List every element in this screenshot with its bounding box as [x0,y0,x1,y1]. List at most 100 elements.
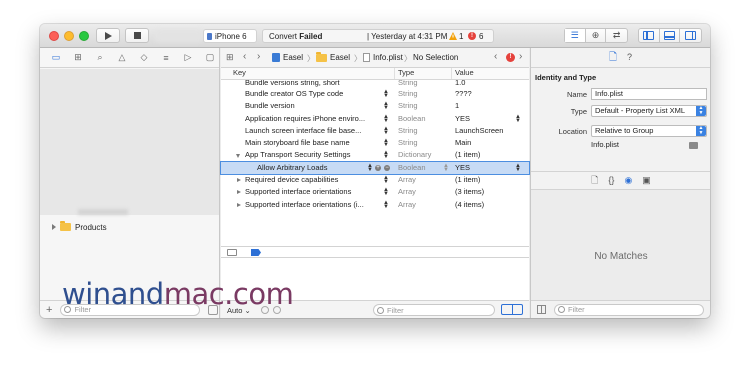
remove-row-icon[interactable]: − [384,164,390,171]
column-header-key[interactable]: Key [233,68,246,77]
hide-debug-area-icon[interactable] [227,249,237,256]
inspector-tabs: 🗋 ? [531,48,710,68]
stepper-icon[interactable]: ▲ ▼ [383,126,389,136]
stepper-icon[interactable]: ▲ ▼ [383,150,389,160]
toggle-utilities-button[interactable] [680,29,701,42]
previous-issue-button[interactable]: ‹ [494,51,497,62]
hierarchy-icon[interactable]: ⊞ [72,52,84,63]
code-snippet-icon[interactable]: {} [608,176,614,185]
table-row[interactable]: Bundle versions string, short String 1.0 [221,80,529,88]
column-header-type[interactable]: Type [398,68,414,77]
disclosure-triangle-icon[interactable] [236,154,240,159]
activity-viewer[interactable]: Convert Failed | Yesterday at 4:31 PM 1 … [262,29,494,43]
location-popup[interactable]: Relative to Group ▲ ▼ [591,125,707,137]
test-icon[interactable]: ◇ [138,52,150,63]
type-popup[interactable]: Default - Property List XML ▲ ▼ [591,105,707,117]
nav-item-products[interactable]: Products [52,221,107,233]
breakpoint-icon[interactable]: ▷ [182,52,194,63]
type-value: Default - Property List XML [595,106,686,115]
zoom-window-button[interactable] [79,31,89,41]
stepper-icon[interactable]: ▲ ▼ [383,187,389,197]
row-value: 1.0 [455,80,466,87]
split-view-button[interactable] [501,304,523,315]
warning-icon[interactable]: △ [116,52,128,63]
jumpbar-selection[interactable]: No Selection [413,53,458,62]
stop-button[interactable] [125,28,149,43]
version-editor-button[interactable]: ⇄ [606,29,627,42]
stepper-icon[interactable]: ▲ ▼ [383,138,389,148]
file-template-icon[interactable]: 🗋 [591,176,598,185]
stepper-icon[interactable]: ▲ ▼ [383,114,389,124]
back-button[interactable]: ‹ [243,51,246,62]
next-issue-button[interactable]: › [519,51,522,62]
variables-filter[interactable]: Filter [373,304,495,316]
scheme-selector[interactable] [155,30,203,42]
folder-icon[interactable]: ▭ [50,52,62,63]
table-row[interactable]: Bundle version ▲ ▼ String 1 [221,100,529,112]
error-count: 6 [479,32,484,41]
table-row-selected[interactable]: Allow Arbitrary Loads ▲ ▼ + − Boolean ▲ ▼ … [220,160,530,176]
forward-button[interactable]: › [257,51,260,62]
device-selector[interactable]: iPhone 6 [203,29,257,43]
stepper-icon[interactable]: ▲ ▼ [383,89,389,99]
reveal-in-finder-icon[interactable] [689,142,698,149]
stepper-icon[interactable]: ▲ ▼ [367,163,373,173]
row-type: Dictionary [398,150,432,160]
row-key: Supported interface orientations (i... [245,199,364,209]
table-row[interactable]: Main storyboard file base name ▲ ▼ String… [221,137,529,149]
jumpbar-project[interactable]: Easel [283,53,303,62]
disclosure-triangle-icon[interactable] [237,178,241,183]
status-state: Failed [299,32,323,41]
standard-editor-button[interactable]: ☰ [565,29,586,42]
warning-count: 1 [459,32,464,41]
object-library-icon[interactable]: ◉ [624,176,632,185]
warning-icon[interactable] [449,32,457,40]
table-row[interactable]: Application requires iPhone enviro... ▲ ▼… [221,113,529,125]
debug-icon[interactable]: ≡ [160,53,172,63]
stepper-icon[interactable]: ▲ ▼ [383,175,389,185]
assistant-editor-button[interactable]: ⊕ [586,29,607,42]
error-icon[interactable]: ! [468,32,476,40]
jumpbar-group[interactable]: Easel [330,53,350,62]
column-divider [451,68,452,79]
table-row[interactable]: Required device capabilities ▲ ▼ Array (1… [221,174,529,186]
disclosure-triangle-icon[interactable] [237,202,241,207]
table-row[interactable]: Launch screen interface file base... ▲ ▼ … [221,125,529,137]
table-row[interactable]: Bundle creator OS Type code ▲ ▼ String ??… [221,88,529,100]
toggle-debug-area-button[interactable] [660,29,681,42]
name-field[interactable]: Info.plist [591,88,707,100]
run-button[interactable] [96,28,120,43]
related-items-icon[interactable]: ⊞ [226,52,234,63]
stepper-icon[interactable]: ▲ ▼ [383,101,389,111]
table-row[interactable]: App Transport Security Settings ▲ ▼ Dicti… [221,149,529,161]
plist-header: Key Type Value [221,68,529,80]
issue-error-icon[interactable]: ! [506,53,515,62]
toggle-navigator-button[interactable] [639,29,660,42]
row-type: String [398,80,418,87]
disclosure-triangle-icon[interactable] [52,224,56,230]
add-row-icon[interactable]: + [375,164,381,171]
report-icon[interactable]: ▢ [204,52,216,63]
grid-view-icon[interactable] [537,305,546,314]
minimize-window-button[interactable] [64,31,74,41]
column-header-value[interactable]: Value [455,68,474,77]
breakpoints-toggle-icon[interactable] [251,249,261,256]
quick-help-icon[interactable]: ? [627,53,632,62]
file-inspector-icon[interactable]: 🗋 [609,53,617,63]
media-library-icon[interactable]: ▣ [642,176,651,185]
library-filter[interactable]: Filter [554,303,704,316]
disclosure-triangle-icon[interactable] [237,190,241,195]
table-row[interactable]: Supported interface orientations ▲ ▼ Arra… [221,186,529,198]
view-toggle-control [638,28,702,43]
stepper-icon[interactable]: ▲ ▼ [383,200,389,210]
row-value: 1 [455,101,460,111]
table-row[interactable]: Supported interface orientations (i... ▲… [221,199,529,211]
add-file-button[interactable]: + [46,304,52,316]
type-stepper-icon[interactable]: ▲ ▼ [443,163,449,173]
close-window-button[interactable] [49,31,59,41]
search-icon[interactable]: ⌕ [94,52,106,63]
value-stepper-icon[interactable]: ▲ ▼ [515,114,521,124]
row-type: Array [398,175,416,185]
jumpbar-file[interactable]: Info.plist [373,53,403,62]
value-stepper-icon[interactable]: ▲ ▼ [515,163,521,173]
